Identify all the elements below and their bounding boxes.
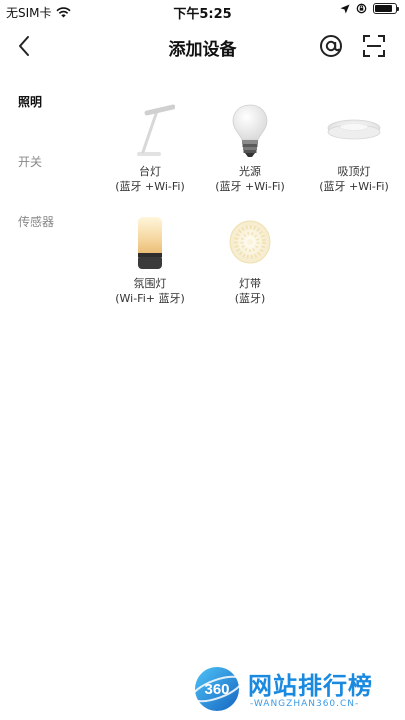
device-name: 光源 [239,165,261,178]
watermark-title: 网站排行榜 [248,672,373,700]
at-sign-icon [320,35,342,57]
desk-lamp-icon [100,100,200,162]
watermark: 360 网站排行榜 -WANGZHAN360.CN- [192,664,397,716]
device-light-strip[interactable]: 灯带 (蓝牙) [200,212,300,306]
device-desk-lamp[interactable]: 台灯 (蓝牙 +Wi-Fi) [100,100,200,194]
status-bar: 无SIM卡 下午5:25 [0,0,405,22]
scan-icon [363,35,385,57]
category-sensors[interactable]: 传感器 [18,213,54,230]
watermark-url: -WANGZHAN360.CN- [250,699,360,709]
ambient-lamp-icon [100,212,200,274]
nav-bar: 添加设备 [0,24,405,68]
rotation-lock-icon [356,3,367,14]
device-light-bulb[interactable]: 光源 (蓝牙 +Wi-Fi) [200,100,300,194]
watermark-360-logo: 360 [192,667,242,711]
device-name: 吸顶灯 [337,165,371,178]
status-right [340,3,399,14]
device-connectivity: (蓝牙 +Wi-Fi) [115,180,185,193]
battery-level [375,5,392,12]
light-strip-icon [200,212,300,274]
back-chevron-icon [19,36,29,56]
device-connectivity: (蓝牙) [234,292,266,305]
device-name: 氛围灯 [133,277,167,290]
svg-text:360: 360 [204,681,229,698]
device-ambient-lamp[interactable]: 氛围灯 (Wi-Fi+ 蓝牙) [100,212,200,306]
location-arrow-icon [340,4,350,13]
category-lighting[interactable]: 照明 [18,93,42,110]
device-ceiling-light[interactable]: 吸顶灯 (蓝牙 +Wi-Fi) [304,100,404,194]
scan-button[interactable] [361,33,387,59]
ceiling-light-icon [304,100,404,162]
back-button[interactable] [10,32,38,60]
page-title: 添加设备 [168,40,237,60]
battery-icon [373,3,399,14]
device-name: 台灯 [139,165,161,178]
device-connectivity: (蓝牙 +Wi-Fi) [215,180,285,193]
at-button[interactable] [318,33,344,59]
light-bulb-icon [200,100,300,162]
category-switches[interactable]: 开关 [18,153,42,170]
device-connectivity: (Wi-Fi+ 蓝牙) [115,292,185,305]
device-connectivity: (蓝牙 +Wi-Fi) [319,180,389,193]
device-name: 灯带 [239,277,261,290]
